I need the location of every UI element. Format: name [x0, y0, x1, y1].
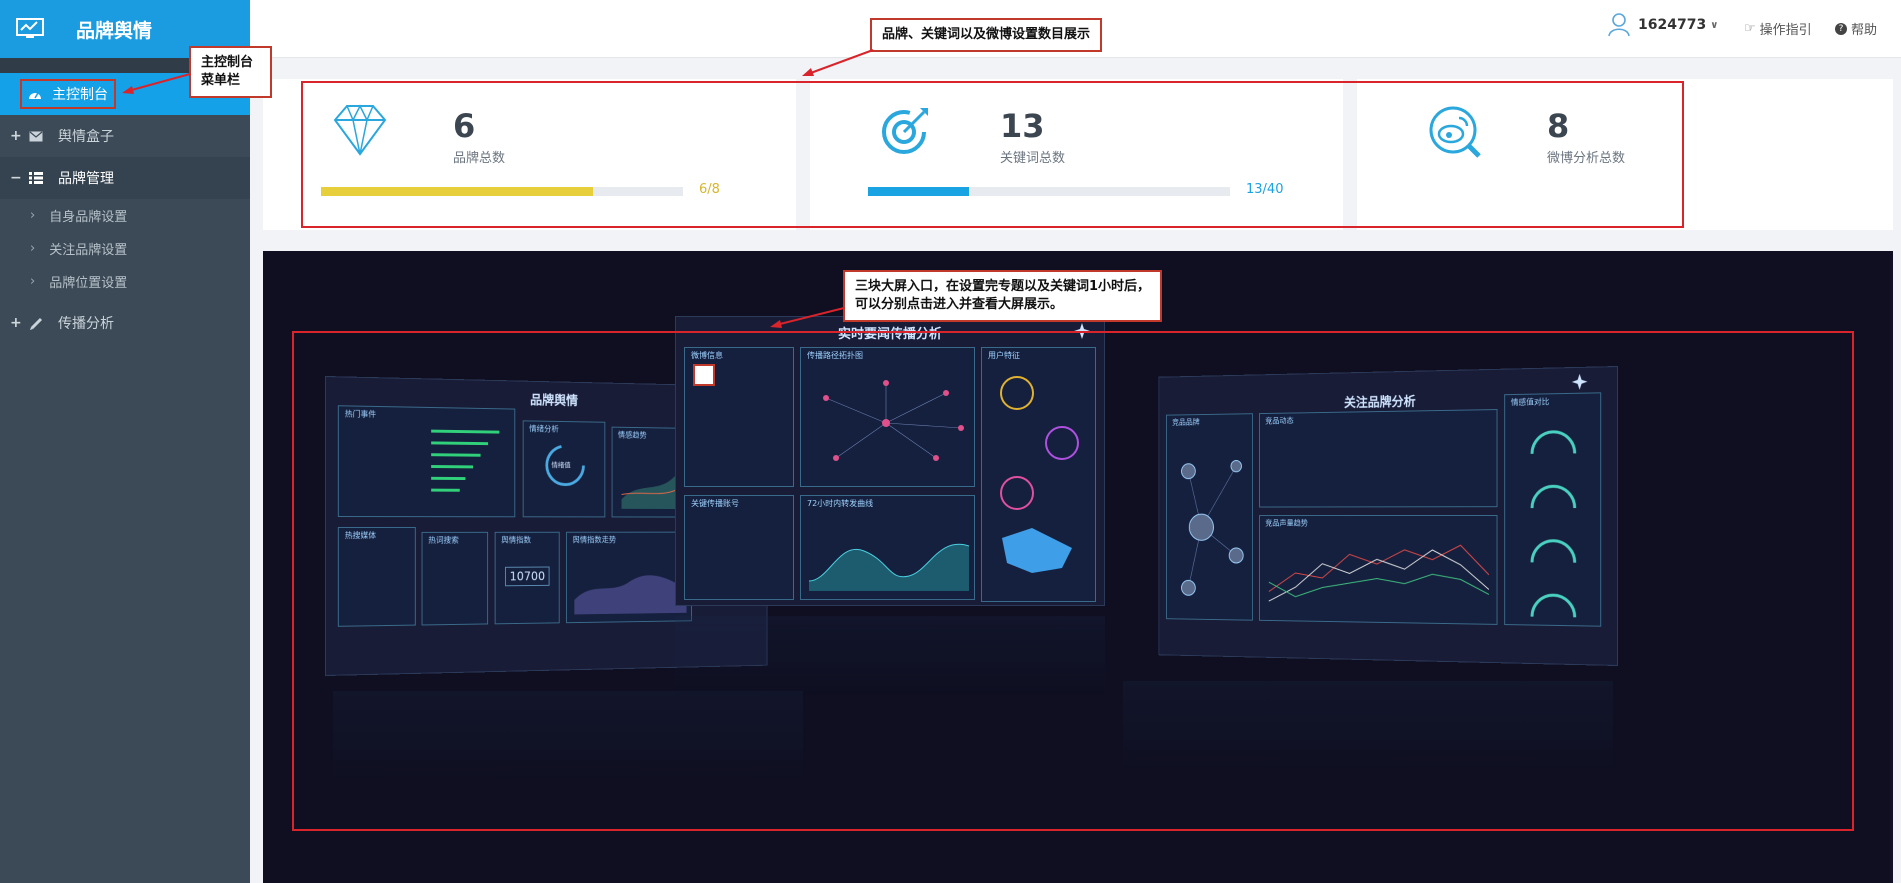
sidebar-item-label: 主控制台 [52, 87, 108, 103]
list-icon [24, 172, 48, 184]
chevron-down-icon: ∨ [1710, 19, 1719, 31]
chevron-right-icon: › [30, 274, 36, 289]
sidebar-item-propagation[interactable]: + 传播分析 [0, 302, 250, 344]
help-label: 帮助 [1851, 23, 1878, 38]
user-menu[interactable]: 1624773 ∨ [1608, 13, 1718, 37]
sidebar-subitem-label: 自身品牌设置 [49, 210, 128, 225]
app-title: 品牌舆情 [76, 19, 153, 42]
chevron-right-icon: › [30, 208, 36, 223]
chevron-right-icon: › [30, 241, 36, 256]
sidebar-subitem-brand-location[interactable]: › 品牌位置设置 [0, 265, 250, 298]
sidebar: 品牌舆情 主控制台 + 舆情盒子 − 品牌管理 › 自身品牌设置 › 关注品牌设置 … [0, 0, 250, 883]
dashboard-icon [29, 92, 41, 99]
sidebar-subitem-own-brand[interactable]: › 自身品牌设置 [0, 199, 250, 232]
pencil-icon [24, 317, 48, 330]
annotation-arrow [802, 49, 874, 76]
user-id: 1624773 [1638, 17, 1707, 33]
sidebar-item-brand-management[interactable]: − 品牌管理 [0, 157, 250, 199]
guide-link[interactable]: ☞ 操作指引 [1744, 19, 1812, 38]
stats-annotation: 品牌、关键词以及微博设置数目展示 [870, 18, 1103, 52]
user-icon [1608, 13, 1630, 37]
expand-icon: + [10, 315, 22, 331]
expand-icon: + [10, 128, 22, 144]
screens-highlight-box [292, 331, 1854, 831]
stats-highlight-box [301, 81, 1684, 228]
sidebar-subitem-label: 品牌位置设置 [49, 276, 128, 291]
sidebar-item-label: 传播分析 [58, 316, 114, 332]
guide-label: 操作指引 [1759, 23, 1812, 38]
sidebar-subitem-followed-brand[interactable]: › 关注品牌设置 [0, 232, 250, 265]
annotation-arrow [770, 307, 845, 328]
sidebar-item-opinion-box[interactable]: + 舆情盒子 [0, 115, 250, 157]
monitor-chart-icon [16, 18, 44, 38]
sidebar-item-label: 品牌管理 [58, 171, 114, 187]
hand-pointer-icon: ☞ [1744, 21, 1756, 36]
annotation-arrow [122, 73, 191, 94]
help-link[interactable]: ? 帮助 [1835, 19, 1877, 38]
sidebar-item-label: 舆情盒子 [58, 129, 114, 145]
mail-icon [24, 131, 48, 142]
collapse-icon: − [10, 170, 22, 186]
sidebar-annotation: 主控制台 菜单栏 [189, 46, 272, 98]
question-icon: ? [1835, 22, 1847, 35]
sidebar-subitem-label: 关注品牌设置 [49, 243, 128, 258]
screens-annotation: 三块大屏入口，在设置完专题以及关键词1小时后， 可以分别点击进入并查看大屏展示。 [843, 270, 1163, 322]
